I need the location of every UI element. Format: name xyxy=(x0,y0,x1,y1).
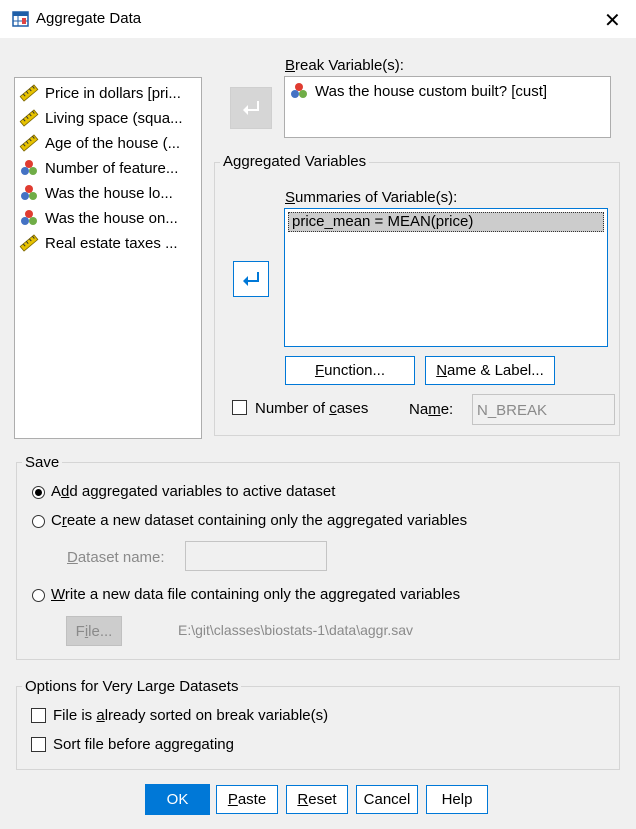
write-file-label: Write a new data file containing only th… xyxy=(51,586,461,603)
break-variables-label: Break Variable(s): xyxy=(285,57,404,74)
options-group-title: Options for Very Large Datasets xyxy=(22,678,242,695)
name-label-button[interactable]: Name & Label... xyxy=(425,356,555,385)
name-field[interactable]: N_BREAK xyxy=(472,394,615,425)
break-item-label: Was the house custom built? [cust] xyxy=(315,82,548,100)
app-icon xyxy=(12,11,29,27)
aggregated-group-title: Aggregated Variables xyxy=(220,153,370,170)
list-item-label: Was the house on... xyxy=(45,209,178,227)
nominal-icon xyxy=(21,160,37,175)
number-of-cases-checkbox[interactable] xyxy=(232,400,247,415)
list-item-label: Living space (squa... xyxy=(45,109,183,127)
already-sorted-checkbox[interactable] xyxy=(31,708,46,723)
list-item-label: Was the house lo... xyxy=(45,184,173,202)
list-item-label: Real estate taxes ... xyxy=(45,234,178,252)
source-variable-list[interactable]: Price in dollars [pri... Living space (sq… xyxy=(14,77,202,439)
summaries-list[interactable]: price_mean = MEAN(price) xyxy=(284,208,608,347)
list-item[interactable]: Was the house on... xyxy=(19,207,178,229)
list-item[interactable]: Real estate taxes ... xyxy=(19,232,178,254)
file-button[interactable]: Fi le... xyxy=(66,616,122,646)
already-sorted-label: File is already sorted on break variable… xyxy=(53,707,329,724)
sort-before-label: Sort file before aggregating xyxy=(53,736,234,753)
break-variable-list[interactable]: Was the house custom built? [cust] xyxy=(284,76,611,138)
list-item[interactable]: Was the house custom built? [cust] xyxy=(289,80,547,102)
list-item-label: Price in dollars [pri... xyxy=(45,84,181,102)
ruler-icon xyxy=(19,109,39,127)
cancel-button[interactable]: Cancel xyxy=(356,785,418,814)
summaries-move-button[interactable] xyxy=(233,261,269,297)
break-move-button[interactable] xyxy=(230,87,272,129)
nominal-icon xyxy=(21,185,37,200)
list-item[interactable]: Was the house lo... xyxy=(19,182,173,204)
options-group xyxy=(16,686,620,770)
close-icon[interactable]: ✕ xyxy=(604,8,621,33)
ruler-icon xyxy=(19,84,39,102)
paste-button[interactable]: Paste xyxy=(216,785,278,814)
arrow-left-icon xyxy=(243,101,259,115)
help-button[interactable]: Help xyxy=(426,785,488,814)
arrow-left-icon xyxy=(243,272,259,286)
nominal-icon xyxy=(291,83,307,98)
sort-before-checkbox[interactable] xyxy=(31,737,46,752)
list-item[interactable]: Price in dollars [pri... xyxy=(19,82,181,104)
summaries-label: Summaries of Variable(s): xyxy=(285,189,458,206)
add-to-active-label: Add aggregated variables to active datas… xyxy=(51,483,336,500)
reset-button[interactable]: Reset xyxy=(286,785,348,814)
list-item-label: Age of the house (... xyxy=(45,134,181,152)
list-item-label: Number of feature... xyxy=(45,159,179,177)
list-item[interactable]: Age of the house (... xyxy=(19,132,180,154)
summary-item-label: price_mean = MEAN(price) xyxy=(292,213,474,230)
save-group-title: Save xyxy=(22,454,63,471)
ruler-icon xyxy=(19,234,39,252)
list-item[interactable]: price_mean = MEAN(price) xyxy=(288,212,604,232)
nominal-icon xyxy=(21,210,37,225)
dataset-name-field[interactable] xyxy=(185,541,327,571)
file-path: E:\git\classes\biostats-1\data\aggr.sav xyxy=(178,622,414,638)
function-button[interactable]: Function... xyxy=(285,356,415,385)
window-title: Aggregate Data xyxy=(36,10,142,27)
dataset-name-label: Dataset name: xyxy=(67,549,165,566)
ruler-icon xyxy=(19,134,39,152)
number-of-cases-label: Number of cases xyxy=(255,400,369,417)
list-item[interactable]: Number of feature... xyxy=(19,157,178,179)
create-dataset-label: Create a new dataset containing only the… xyxy=(51,512,468,529)
write-file-radio[interactable] xyxy=(32,589,45,602)
create-dataset-radio[interactable] xyxy=(32,515,45,528)
name-label: Name: xyxy=(409,401,454,418)
list-item[interactable]: Living space (squa... xyxy=(19,107,183,129)
ok-button[interactable]: OK xyxy=(145,784,210,815)
add-to-active-radio[interactable] xyxy=(32,486,45,499)
